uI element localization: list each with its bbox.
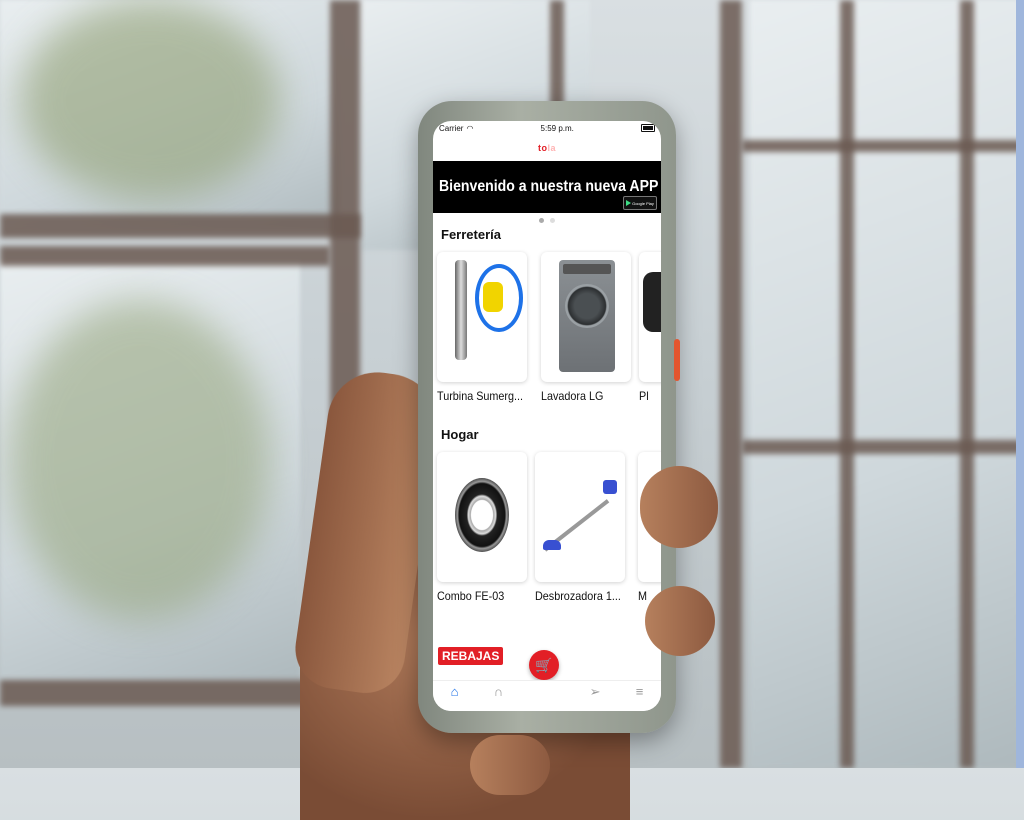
carousel-dot[interactable] — [550, 218, 555, 223]
tab-home[interactable]: ⌂ — [451, 681, 459, 699]
product-row-ferreteria[interactable]: Turbina Sumerg... Lavadora LG Pl — [433, 242, 661, 403]
clock-label: 5:59 p.m. — [540, 123, 574, 133]
bearing-image — [437, 452, 527, 582]
product-card[interactable]: Combo FE-03 — [437, 452, 527, 603]
hand-finger — [470, 735, 550, 795]
hand-finger — [645, 586, 715, 656]
rebajas-badge[interactable]: REBAJAS — [438, 647, 504, 665]
play-icon — [626, 200, 632, 206]
product-card[interactable]: Pl — [638, 252, 661, 403]
tab-notifications[interactable]: ∩ — [494, 681, 503, 699]
carousel-dot[interactable] — [539, 218, 544, 223]
app-logo[interactable]: tola — [538, 143, 556, 153]
product-card[interactable]: Turbina Sumerg... — [437, 252, 533, 403]
phone-screen: Carrier ◠ 5:59 p.m. tola Bienvenido a nu… — [433, 121, 661, 711]
hand-finger — [640, 466, 718, 548]
partial-image — [638, 252, 661, 382]
product-label: Pl — [638, 389, 649, 403]
product-card[interactable]: Lavadora LG — [540, 252, 631, 403]
washer-image — [540, 252, 631, 382]
product-row-hogar[interactable]: Combo FE-03 Desbrozadora 1... M — [433, 442, 661, 603]
section-title-hogar: Hogar — [441, 427, 479, 442]
cart-fab-button[interactable]: 🛒 — [529, 650, 559, 680]
trimmer-image — [535, 452, 625, 582]
google-play-badge[interactable]: Google Play — [623, 196, 657, 210]
pump-image — [437, 252, 527, 382]
phone-device: Carrier ◠ 5:59 p.m. tola Bienvenido a nu… — [418, 101, 680, 733]
welcome-banner[interactable]: Bienvenido a nuestra nueva APP Google Pl… — [433, 161, 661, 213]
menu-icon: ≡ — [635, 684, 644, 699]
product-label: Turbina Sumerg... — [437, 389, 524, 403]
send-icon: ➢ — [589, 684, 601, 699]
tab-send[interactable]: ➢ — [590, 681, 601, 700]
cart-icon: 🛒 — [535, 656, 553, 673]
banner-text: Bienvenido a nuestra nueva APP — [439, 178, 659, 195]
bottom-tab-bar: ⌂ ∩ 🛒 ➢ ≡ — [433, 680, 661, 711]
wifi-icon: ◠ — [466, 123, 474, 133]
product-label: Desbrozadora 1... — [535, 589, 621, 603]
bell-icon: ∩ — [493, 684, 504, 699]
product-label: Combo FE-03 — [437, 589, 505, 603]
carrier-label: Carrier — [439, 123, 464, 133]
status-bar: Carrier ◠ 5:59 p.m. — [433, 121, 661, 135]
product-card[interactable]: Desbrozadora 1... — [535, 452, 630, 603]
phone-side-button — [674, 339, 680, 381]
product-label: Lavadora LG — [540, 389, 604, 403]
home-icon: ⌂ — [450, 684, 459, 699]
section-title-ferreteria: Ferretería — [441, 227, 501, 242]
carousel-dots — [433, 218, 661, 223]
app-header: tola — [433, 135, 661, 161]
tab-menu[interactable]: ≡ — [636, 681, 644, 699]
battery-icon — [640, 124, 655, 132]
